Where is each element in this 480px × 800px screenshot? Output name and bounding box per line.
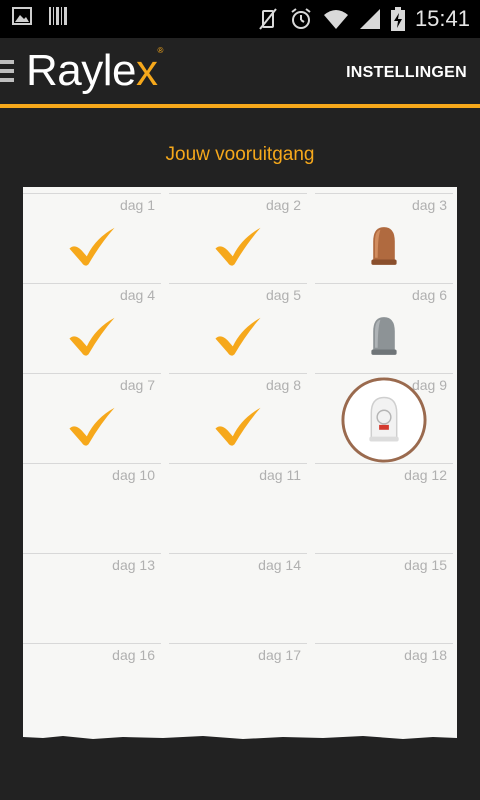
battery-charging-icon: [390, 7, 405, 31]
signal-icon: [359, 9, 380, 29]
day-cell[interactable]: dag 12: [315, 463, 453, 554]
empty-day-slot: [23, 464, 161, 554]
day-cell[interactable]: dag 14: [169, 553, 307, 644]
checkmark-icon: [23, 194, 161, 284]
day-cell[interactable]: dag 16: [23, 643, 161, 734]
settings-button[interactable]: INSTELLINGEN: [346, 64, 467, 82]
empty-day-slot: [315, 554, 453, 644]
day-cell[interactable]: dag 15: [315, 553, 453, 644]
empty-day-slot: [23, 644, 161, 734]
app-header: Raylex® INSTELLINGEN: [0, 38, 480, 108]
torn-paper-edge: [23, 736, 457, 743]
day-cell[interactable]: dag 4: [23, 283, 161, 374]
day-cell[interactable]: dag 17: [169, 643, 307, 734]
wifi-icon: [323, 10, 348, 29]
day-cell[interactable]: dag 18: [315, 643, 453, 734]
checkmark-icon: [169, 194, 307, 284]
status-time: 15:41: [414, 6, 470, 31]
logo-text: Rayle: [26, 46, 137, 95]
day-cell[interactable]: dag 8: [169, 373, 307, 464]
day-cell[interactable]: dag 9: [315, 373, 453, 464]
progress-title: Jouw vooruitgang: [165, 144, 315, 165]
checkmark-icon: [23, 284, 161, 374]
empty-day-slot: [169, 464, 307, 554]
empty-day-slot: [315, 644, 453, 734]
empty-day-slot: [169, 644, 307, 734]
raylex-logo: Raylex®: [26, 46, 163, 95]
silver-thimble-icon: [315, 284, 453, 374]
vibrate-off-icon: [259, 8, 277, 30]
day-cell[interactable]: dag 3: [315, 193, 453, 284]
alarm-icon: [291, 8, 311, 29]
day-cell[interactable]: dag 11: [169, 463, 307, 554]
day-cell[interactable]: dag 13: [23, 553, 161, 644]
current-day-thimble-icon: [315, 374, 453, 464]
header-accent-line: [0, 104, 480, 108]
day-cell[interactable]: dag 2: [169, 193, 307, 284]
progress-panel: dag 1 dag 2 dag 3 dag 4 dag 5 dag 6 dag 7 dag 8…: [23, 187, 457, 743]
day-cell[interactable]: dag 7: [23, 373, 161, 464]
status-bar: 15:41: [0, 0, 480, 38]
logo-x: x: [136, 46, 158, 95]
barcode-notification-icon: [49, 7, 67, 25]
day-cell[interactable]: dag 5: [169, 283, 307, 374]
checkmark-icon: [169, 284, 307, 374]
empty-day-slot: [169, 554, 307, 644]
empty-day-slot: [315, 464, 453, 554]
wooden-thimble-icon: [315, 194, 453, 284]
day-cell[interactable]: dag 1: [23, 193, 161, 284]
menu-icon[interactable]: [0, 60, 14, 84]
day-cell[interactable]: dag 6: [315, 283, 453, 374]
day-cell[interactable]: dag 10: [23, 463, 161, 554]
checkmark-icon: [23, 374, 161, 464]
checkmark-icon: [169, 374, 307, 464]
image-notification-icon: [12, 7, 32, 25]
empty-day-slot: [23, 554, 161, 644]
